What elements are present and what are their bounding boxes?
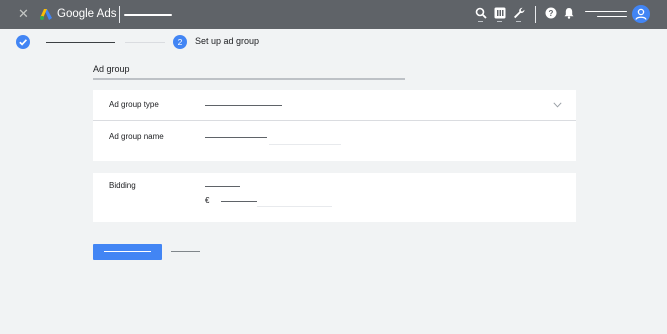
- svg-text:?: ?: [549, 9, 554, 18]
- ad-group-card: Ad group type Ad group name: [93, 90, 576, 161]
- step-connector: [125, 42, 165, 43]
- section-divider: [93, 78, 405, 80]
- step-1-label: [46, 42, 115, 43]
- check-icon: [19, 39, 28, 46]
- search-icon[interactable]: [475, 7, 487, 19]
- avatar[interactable]: [632, 5, 650, 23]
- ad-group-type-label: Ad group type: [109, 100, 159, 109]
- reports-icon[interactable]: [494, 7, 506, 19]
- topbar-divider: [535, 6, 536, 23]
- ad-group-name-label: Ad group name: [109, 132, 164, 141]
- account-email[interactable]: [585, 11, 627, 12]
- row-divider: [93, 120, 576, 121]
- search-icon-label: [478, 21, 483, 22]
- close-icon[interactable]: ✕: [18, 7, 30, 21]
- step-2-label: Set up ad group: [195, 36, 260, 46]
- cancel-button[interactable]: [171, 245, 201, 259]
- save-and-continue-label: [104, 251, 151, 252]
- default-bid-input[interactable]: [221, 201, 257, 202]
- notifications-icon[interactable]: [563, 7, 575, 19]
- tools-icon-label: [516, 21, 521, 22]
- bidding-card: Bidding €: [93, 173, 576, 222]
- step-1-complete[interactable]: [16, 35, 30, 49]
- reports-icon-label: [497, 21, 502, 22]
- section-title: Ad group: [93, 64, 130, 74]
- bidding-label: Bidding: [109, 181, 136, 190]
- help-icon[interactable]: ?: [545, 7, 557, 19]
- tools-icon[interactable]: [513, 7, 525, 19]
- chevron-down-icon[interactable]: [553, 102, 562, 108]
- step-2-number: 2: [173, 35, 187, 49]
- google-ads-logo-icon: [40, 9, 52, 20]
- account-customer-id: [597, 16, 627, 17]
- top-bar: ✕ Google Ads ?: [0, 0, 667, 29]
- ad-group-type-value[interactable]: [205, 105, 282, 106]
- ad-group-name-value[interactable]: [205, 137, 267, 138]
- brand-name: Google Ads: [57, 8, 117, 20]
- person-icon: [635, 8, 647, 20]
- ad-group-name-field-underline: [269, 144, 341, 145]
- topbar-divider: [119, 6, 120, 23]
- currency-symbol: €: [205, 196, 210, 205]
- default-bid-field-underline: [257, 206, 332, 207]
- account-name[interactable]: [124, 14, 172, 16]
- bid-strategy-value: [205, 186, 240, 187]
- cancel-label: [171, 251, 200, 252]
- save-and-continue-button[interactable]: [93, 244, 162, 260]
